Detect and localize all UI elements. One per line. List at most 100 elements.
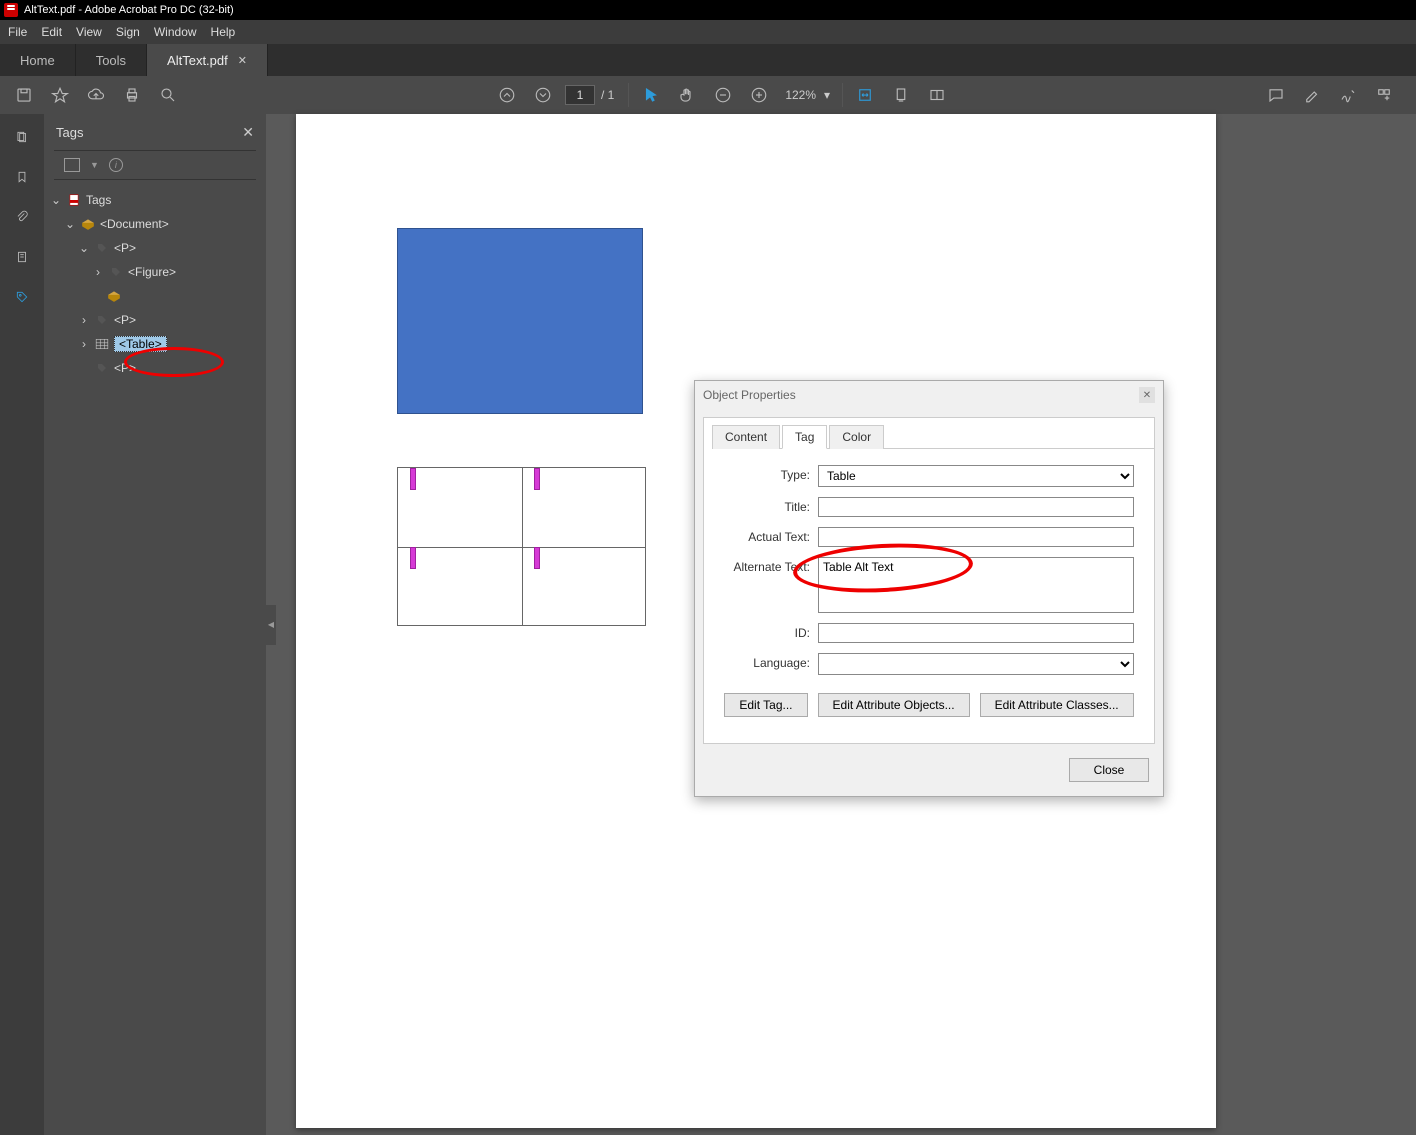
acrobat-icon (4, 3, 18, 17)
menu-edit[interactable]: Edit (41, 25, 62, 39)
language-select[interactable] (818, 653, 1134, 675)
tree-table[interactable]: › <Table> (50, 332, 260, 356)
tree-p3[interactable]: <P> (50, 356, 260, 380)
chevron-down-icon[interactable]: ⌄ (64, 217, 76, 231)
fit-width-icon[interactable] (851, 81, 879, 109)
tab-color[interactable]: Color (829, 425, 884, 449)
dialog-title: Object Properties (703, 388, 796, 402)
zoom-in-icon[interactable] (745, 81, 773, 109)
toolbar: / 1 122% ▾ (0, 76, 1416, 114)
menu-help[interactable]: Help (211, 25, 236, 39)
page-down-icon[interactable] (529, 81, 557, 109)
alternate-text-label: Alternate Text: (724, 557, 818, 574)
collapse-panel-icon[interactable]: ◀ (266, 605, 276, 645)
menu-sign[interactable]: Sign (116, 25, 140, 39)
search-icon[interactable] (154, 81, 182, 109)
layers-icon[interactable] (11, 246, 33, 268)
sign-icon[interactable] (1334, 81, 1362, 109)
table-rect (397, 467, 646, 626)
more-tools-icon[interactable] (1370, 81, 1398, 109)
chevron-right-icon[interactable]: › (78, 313, 90, 327)
pdf-icon (66, 193, 82, 207)
cell-marker (534, 547, 540, 569)
save-icon[interactable] (10, 81, 38, 109)
window-title: AltText.pdf - Adobe Acrobat Pro DC (32-b… (24, 4, 234, 16)
dropdown-icon[interactable]: ▼ (90, 160, 99, 170)
tree-figure[interactable]: › <Figure> (50, 260, 260, 284)
tab-document[interactable]: AltText.pdf ✕ (147, 44, 268, 76)
actual-text-label: Actual Text: (724, 527, 818, 544)
tree-document[interactable]: ⌄ <Document> (50, 212, 260, 236)
cell-marker (534, 468, 540, 490)
tab-content[interactable]: Content (712, 425, 780, 449)
object-properties-dialog: Object Properties ✕ Content Tag Color Ty… (694, 380, 1164, 797)
edit-attribute-classes-button[interactable]: Edit Attribute Classes... (980, 693, 1134, 717)
tree-p1[interactable]: ⌄ <P> (50, 236, 260, 260)
hand-icon[interactable] (673, 81, 701, 109)
cell-marker (410, 468, 416, 490)
star-icon[interactable] (46, 81, 74, 109)
menu-file[interactable]: File (8, 25, 27, 39)
alternate-text-field[interactable]: Table Alt Text (818, 557, 1134, 613)
type-label: Type: (724, 465, 818, 482)
zoom-dropdown-icon[interactable]: ▾ (824, 88, 830, 102)
chevron-right-icon[interactable]: › (92, 265, 104, 279)
close-dialog-icon[interactable]: ✕ (1139, 387, 1155, 403)
id-field[interactable] (818, 623, 1134, 643)
highlight-icon[interactable] (1298, 81, 1326, 109)
attachments-icon[interactable] (11, 206, 33, 228)
read-mode-icon[interactable] (923, 81, 951, 109)
menu-view[interactable]: View (76, 25, 102, 39)
chevron-right-icon[interactable]: › (78, 337, 90, 351)
close-icon[interactable]: ✕ (238, 54, 247, 67)
actual-text-field[interactable] (818, 527, 1134, 547)
type-select[interactable]: Table (818, 465, 1134, 487)
options-icon[interactable] (64, 158, 80, 172)
page-total: / 1 (601, 88, 614, 102)
zoom-out-icon[interactable] (709, 81, 737, 109)
page-number-input[interactable] (565, 85, 595, 105)
box-icon (106, 289, 122, 303)
box-icon (80, 217, 96, 231)
cell-marker (410, 547, 416, 569)
edit-attribute-objects-button[interactable]: Edit Attribute Objects... (818, 693, 970, 717)
cloud-icon[interactable] (82, 81, 110, 109)
tag-icon (108, 265, 124, 279)
tab-home[interactable]: Home (0, 44, 76, 76)
titlebar: AltText.pdf - Adobe Acrobat Pro DC (32-b… (0, 0, 1416, 20)
thumbnails-icon[interactable] (11, 126, 33, 148)
info-icon[interactable]: i (109, 158, 123, 172)
tags-panel: Tags ✕ ▼ i ⌄ Tags ⌄ <Document> ⌄ <P> (44, 114, 266, 1135)
menu-window[interactable]: Window (154, 25, 197, 39)
tab-tools[interactable]: Tools (76, 44, 147, 76)
tabbar: Home Tools AltText.pdf ✕ (0, 44, 1416, 76)
close-panel-icon[interactable]: ✕ (242, 124, 254, 141)
panel-title: Tags (56, 125, 83, 140)
tags-icon[interactable] (11, 286, 33, 308)
close-button[interactable]: Close (1069, 758, 1149, 782)
fit-page-icon[interactable] (887, 81, 915, 109)
tree-root[interactable]: ⌄ Tags (50, 188, 260, 212)
title-field[interactable] (818, 497, 1134, 517)
tree-p2[interactable]: › <P> (50, 308, 260, 332)
figure-rect (397, 228, 643, 414)
panel-toolbar: ▼ i (54, 150, 256, 180)
tree-content[interactable] (50, 284, 260, 308)
tag-icon (94, 313, 110, 327)
nav-rail (0, 114, 44, 1135)
page-up-icon[interactable] (493, 81, 521, 109)
menubar: File Edit View Sign Window Help (0, 20, 1416, 44)
bookmarks-icon[interactable] (11, 166, 33, 188)
edit-tag-button[interactable]: Edit Tag... (724, 693, 807, 717)
pointer-icon[interactable] (637, 81, 665, 109)
language-label: Language: (724, 653, 818, 670)
table-icon (94, 337, 110, 351)
tab-tag[interactable]: Tag (782, 425, 827, 449)
tag-icon (94, 241, 110, 255)
chevron-down-icon[interactable]: ⌄ (78, 241, 90, 255)
comment-icon[interactable] (1262, 81, 1290, 109)
tags-tree: ⌄ Tags ⌄ <Document> ⌄ <P> › <Figure> (44, 180, 266, 388)
id-label: ID: (724, 623, 818, 640)
chevron-down-icon[interactable]: ⌄ (50, 193, 62, 207)
print-icon[interactable] (118, 81, 146, 109)
